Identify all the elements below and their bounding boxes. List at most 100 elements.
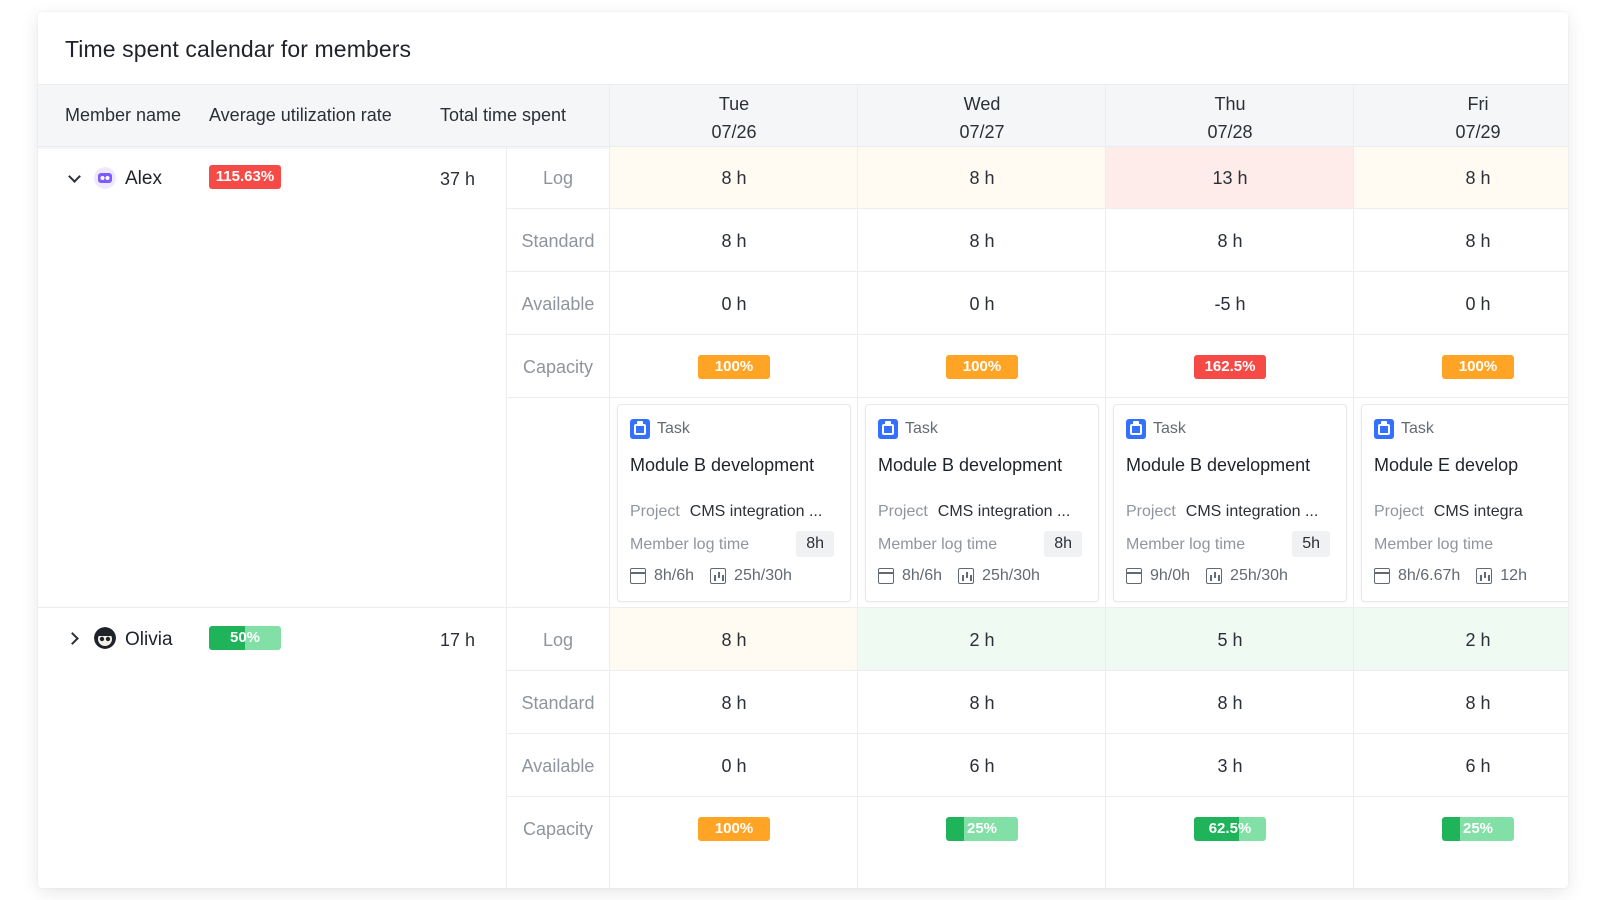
task-card[interactable]: Task Module B development Project CMS int…: [1113, 404, 1347, 602]
standard-cell: 8 h: [1465, 692, 1491, 713]
row-label-standard: Standard: [521, 230, 595, 251]
calendar-icon: [630, 568, 646, 584]
task-icon: [1374, 419, 1394, 439]
capacity-cell: 162.5%: [1106, 335, 1354, 399]
task-card[interactable]: Task Module E develop Project CMS integra…: [1361, 404, 1568, 602]
capacity-cell: 100%: [1354, 335, 1568, 399]
available-cell: 0 h: [721, 755, 747, 776]
available-cell: 0 h: [969, 293, 995, 314]
bar-chart-icon: [1206, 568, 1223, 584]
task-log-label: Member log time: [1126, 536, 1246, 553]
total-time-olivia: 17 h: [440, 630, 476, 650]
day-header-fri: Fri 07/29: [1455, 94, 1501, 142]
standard-cell: 8 h: [1217, 230, 1243, 251]
row-label-capacity: Capacity: [522, 356, 594, 377]
task-log-label: Member log time: [878, 536, 998, 553]
task-name: Module B development: [878, 455, 1063, 475]
log-cell: 8 h: [1465, 167, 1491, 188]
task-project: Project CMS integration ...: [1126, 503, 1319, 520]
task-project: Project CMS integra: [1374, 503, 1523, 520]
column-total-time[interactable]: Total time spent: [440, 105, 566, 126]
capacity-badge: 100%: [698, 817, 770, 841]
standard-cell: 8 h: [1465, 230, 1491, 251]
task-icon: [630, 419, 650, 439]
capacity-cell: 62.5%: [1106, 797, 1354, 861]
capacity-badge: 162.5%: [1194, 355, 1266, 379]
available-cell: 6 h: [969, 755, 995, 776]
capacity-cell: 100%: [610, 797, 858, 861]
row-label-log: Log: [542, 167, 574, 188]
page-title: Time spent calendar for members: [65, 36, 412, 62]
task-footer: 8h/6h 25h/30h: [878, 567, 1040, 585]
utilization-badge: 115.63%: [209, 165, 281, 189]
row-label-available: Available: [521, 293, 595, 314]
column-member-name[interactable]: Member name: [65, 105, 181, 126]
capacity-badge: 100%: [946, 355, 1018, 379]
capacity-badge: 25%: [1442, 817, 1514, 841]
collapse-chevron-icon[interactable]: [68, 170, 81, 183]
log-cell: 2 h: [969, 629, 995, 650]
row-label-standard: Standard: [521, 692, 595, 713]
task-footer: 8h/6.67h 12h: [1374, 567, 1527, 585]
day-header-thu: Thu 07/28: [1207, 94, 1253, 142]
task-footer: 8h/6h 25h/30h: [630, 567, 792, 585]
available-cell: 6 h: [1465, 755, 1491, 776]
bar-chart-icon: [710, 568, 727, 584]
task-card[interactable]: Task Module B development Project CMS int…: [865, 404, 1099, 602]
task-footer: 9h/0h 25h/30h: [1126, 567, 1288, 585]
standard-cell: 8 h: [1217, 692, 1243, 713]
capacity-cell: 25%: [858, 797, 1106, 861]
task-log-value: 5h: [1292, 531, 1330, 557]
log-cell: 2 h: [1465, 629, 1491, 650]
calendar-card: Time spent calendar for members Member n…: [38, 12, 1568, 888]
column-average-utilization[interactable]: Average utilization rate: [209, 105, 392, 126]
task-card[interactable]: Task Module B development Project CMS int…: [617, 404, 851, 602]
capacity-badge: 25%: [946, 817, 1018, 841]
row-label-log: Log: [542, 629, 574, 650]
available-cell: 0 h: [721, 293, 747, 314]
bar-chart-icon: [1476, 568, 1493, 584]
log-cell: 8 h: [721, 629, 747, 650]
capacity-cell: 25%: [1354, 797, 1568, 861]
log-cell: 13 h: [1212, 167, 1248, 188]
task-log-label: Member log time: [630, 536, 750, 553]
capacity-badge: 100%: [698, 355, 770, 379]
log-cell: 5 h: [1217, 629, 1243, 650]
day-header-wed: Wed 07/27: [959, 94, 1005, 142]
task-name: Module E develop: [1374, 455, 1519, 475]
task-project: Project CMS integration ...: [630, 503, 823, 520]
log-cell: 8 h: [969, 167, 995, 188]
task-project: Project CMS integration ...: [878, 503, 1071, 520]
capacity-cell: 100%: [610, 335, 858, 399]
total-time-alex: 37 h: [440, 169, 476, 189]
member-name-alex[interactable]: Alex: [125, 168, 162, 190]
task-name: Module B development: [1126, 455, 1311, 475]
available-cell: 0 h: [1465, 293, 1491, 314]
standard-cell: 8 h: [969, 692, 995, 713]
member-name-olivia[interactable]: Olivia: [125, 629, 173, 651]
capacity-badge: 62.5%: [1194, 817, 1266, 841]
standard-cell: 8 h: [721, 692, 747, 713]
task-log-value: 8h: [1044, 531, 1082, 557]
purple-avatar-icon: [94, 167, 116, 189]
capacity-cell: 100%: [858, 335, 1106, 399]
utilization-badge: 50%: [209, 626, 281, 650]
dark-avatar-icon: [94, 627, 116, 649]
task-log-label: Member log time: [1374, 536, 1494, 553]
calendar-icon: [878, 568, 894, 584]
calendar-icon: [1126, 568, 1142, 584]
day-header-tue: Tue 07/26: [711, 94, 757, 142]
expand-chevron-icon[interactable]: [66, 632, 79, 645]
task-icon: [1126, 419, 1146, 439]
task-log-value: 8h: [796, 531, 834, 557]
capacity-badge: 100%: [1442, 355, 1514, 379]
task-name: Module B development: [630, 455, 815, 475]
task-icon: [878, 419, 898, 439]
standard-cell: 8 h: [969, 230, 995, 251]
row-label-available: Available: [521, 755, 595, 776]
calendar-icon: [1374, 568, 1390, 584]
row-label-capacity: Capacity: [522, 818, 594, 839]
standard-cell: 8 h: [721, 230, 747, 251]
bar-chart-icon: [958, 568, 975, 584]
available-cell: -5 h: [1214, 293, 1246, 314]
